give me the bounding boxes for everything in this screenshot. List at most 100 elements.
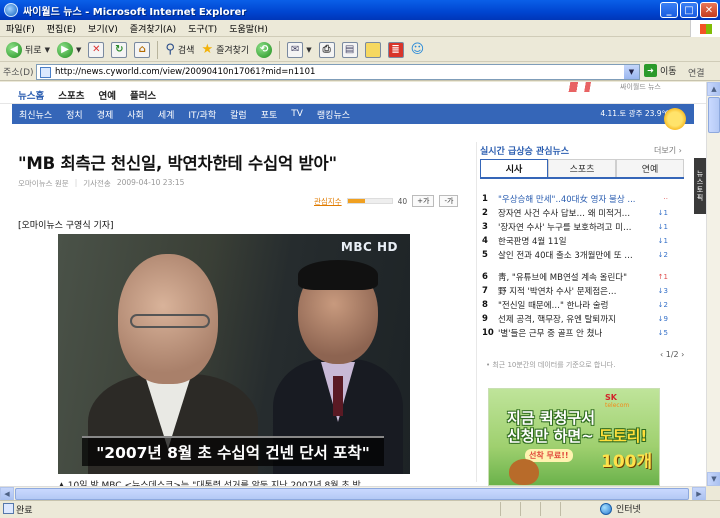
ranking-text[interactable]: '별'들은 근무 중 골프 안 쳤나 bbox=[498, 327, 650, 339]
ranking-text[interactable]: "우상승해 만세"..40대女 영자 불상 ... bbox=[498, 193, 650, 205]
back-button[interactable]: ◀ 뒤로 ▼ bbox=[4, 40, 52, 60]
site-brand-link[interactable]: 싸이월드 뉴스 bbox=[620, 82, 661, 92]
ranking-item[interactable]: 8 "전신일 때문에…" 한나라 술렁 ↓2 bbox=[482, 298, 686, 312]
links-label[interactable]: 연결 bbox=[688, 66, 705, 79]
news-topic-side-tab[interactable]: 뉴스토픽 bbox=[694, 158, 706, 214]
ranking-text[interactable]: 선제 공격, 핵무장, 유엔 탈퇴까지 bbox=[498, 313, 650, 325]
font-size-up-button[interactable]: +가 bbox=[412, 195, 435, 207]
article-source[interactable]: 오마이뉴스 원문 bbox=[18, 178, 69, 189]
messenger-icon: ☺ bbox=[410, 42, 425, 57]
search-button[interactable]: ⚲ 검색 bbox=[163, 40, 196, 60]
mail-button[interactable]: ✉ ▼ bbox=[285, 40, 313, 60]
ranking-item[interactable]: 7 野 지적 '박연차 수사' 문제점은… ↓3 bbox=[482, 284, 686, 298]
sk-telecom-ad-banner[interactable]: SK telecom 지금 퀵청구서 신청만 하면~ 도토리! 선착 무료!! 1… bbox=[488, 388, 660, 486]
stop-button[interactable]: ✕ bbox=[86, 40, 106, 60]
status-divider bbox=[520, 502, 521, 516]
site-nav-plus[interactable]: 플러스 bbox=[130, 88, 170, 102]
ranking-pager[interactable]: ‹ 1/2 › bbox=[660, 350, 684, 359]
menu-file[interactable]: 파일(F) bbox=[0, 22, 41, 35]
article-photo: MBC HD "2007년 8월 초 수십억 건넨 단서 포착" bbox=[58, 234, 410, 474]
ranking-item[interactable]: 10 '별'들은 근무 중 골프 안 쳤나 ↓5 bbox=[482, 326, 686, 340]
home-button[interactable]: ⌂ bbox=[132, 40, 152, 60]
maximize-button[interactable]: □ bbox=[680, 2, 698, 18]
tab-current-affairs[interactable]: 시사 bbox=[480, 159, 548, 177]
site-nav-sports[interactable]: 스포츠 bbox=[58, 88, 98, 102]
favorites-button[interactable]: ★ 즐겨찾기 bbox=[199, 40, 251, 60]
category-latest[interactable]: 최신뉴스 bbox=[12, 108, 59, 121]
menu-view[interactable]: 보기(V) bbox=[82, 22, 124, 35]
relevance-label[interactable]: 관심지수 bbox=[314, 196, 342, 207]
forward-arrow-icon: ▶ bbox=[56, 41, 73, 58]
ranking-item[interactable]: 4 한국판명 4월 11일 ↓1 bbox=[482, 234, 686, 248]
article-byline: 오마이뉴스 원문 | 기사전송 2009-04-10 23:15 bbox=[18, 178, 184, 189]
ranking-text[interactable]: 살인 전과 40대 출소 3개월만에 또 … bbox=[498, 249, 650, 261]
category-world[interactable]: 세계 bbox=[151, 108, 182, 121]
tab-entertainment[interactable]: 연예 bbox=[616, 159, 684, 177]
discuss-button[interactable] bbox=[363, 40, 383, 60]
ranking-more-link[interactable]: 더보기 › bbox=[654, 145, 682, 156]
menu-edit[interactable]: 편집(E) bbox=[41, 22, 82, 35]
address-url[interactable]: http://news.cyworld.com/view/20090410n17… bbox=[55, 67, 624, 77]
ad-badge: 선착 무료!! bbox=[525, 449, 573, 462]
ranking-item[interactable]: 1 "우상승해 만세"..40대女 영자 불상 ... ·· bbox=[482, 192, 686, 206]
font-size-down-button[interactable]: -가 bbox=[439, 195, 459, 207]
site-nav-entertainment[interactable]: 연예 bbox=[98, 88, 129, 102]
category-economy[interactable]: 경제 bbox=[90, 108, 121, 121]
edit-button[interactable]: ▤ bbox=[340, 40, 360, 60]
research-button[interactable]: ≣ bbox=[386, 40, 406, 60]
ranking-change: ↓9 bbox=[657, 315, 668, 323]
page-icon bbox=[40, 66, 51, 78]
horizontal-scrollbar[interactable]: ◀ ▶ bbox=[0, 486, 706, 501]
forward-button[interactable]: ▶ ▼ bbox=[55, 40, 83, 60]
research-icon: ≣ bbox=[387, 41, 404, 58]
ranking-text[interactable]: 장자연 사건 수사 답보… 왜 미적거… bbox=[498, 207, 650, 219]
category-photo[interactable]: 포토 bbox=[254, 108, 285, 121]
vertical-scroll-thumb[interactable] bbox=[708, 97, 720, 133]
chevron-down-icon: ▼ bbox=[44, 45, 50, 54]
ranking-change: ↓1 bbox=[657, 209, 668, 217]
ranking-text[interactable]: "전신일 때문에…" 한나라 술렁 bbox=[498, 299, 650, 311]
article-title: "MB 최측근 천신일, 박연차한테 수십억 받아" bbox=[18, 154, 337, 173]
menu-favorites[interactable]: 즐겨찾기(A) bbox=[124, 22, 182, 35]
ranking-item[interactable]: 9 선제 공격, 핵무장, 유엔 탈퇴까지 ↓9 bbox=[482, 312, 686, 326]
scroll-right-icon[interactable]: ▶ bbox=[692, 487, 706, 501]
chevron-down-icon[interactable]: ▼ bbox=[624, 65, 639, 79]
scroll-left-icon[interactable]: ◀ bbox=[0, 487, 14, 501]
scroll-down-icon[interactable]: ▼ bbox=[707, 472, 720, 486]
ie-icon bbox=[4, 3, 18, 17]
site-nav-news-home[interactable]: 뉴스홈 bbox=[18, 88, 58, 102]
close-button[interactable]: ✕ bbox=[700, 2, 718, 18]
ranking-item[interactable]: 6 靑, "유튜브에 MB연설 계속 올린다" ↑1 bbox=[482, 270, 686, 284]
ranking-item[interactable]: 5 살인 전과 40대 출소 3개월만에 또 … ↓2 bbox=[482, 248, 686, 262]
refresh-button[interactable]: ↻ bbox=[109, 40, 129, 60]
vertical-scrollbar[interactable]: ▲ ▼ bbox=[706, 82, 720, 486]
ranking-change: ↓2 bbox=[657, 251, 668, 259]
ranking-text[interactable]: '장자연 수사' 누구를 보호하려고 미… bbox=[498, 221, 650, 233]
ranking-text[interactable]: 野 지적 '박연차 수사' 문제점은… bbox=[498, 285, 650, 297]
category-ranking[interactable]: 랭킹뉴스 bbox=[310, 108, 357, 121]
horizontal-scroll-thumb[interactable] bbox=[15, 488, 689, 500]
zone-label: 인터넷 bbox=[616, 505, 641, 515]
ranking-text[interactable]: 한국판명 4월 11일 bbox=[498, 235, 650, 247]
menu-help[interactable]: 도움말(H) bbox=[223, 22, 274, 35]
ranking-num: 2 bbox=[482, 208, 488, 218]
category-tv[interactable]: TV bbox=[284, 109, 310, 119]
minimize-button[interactable]: _ bbox=[660, 2, 678, 18]
history-button[interactable]: ⟲ bbox=[254, 40, 274, 60]
category-it-science[interactable]: IT/과학 bbox=[181, 108, 223, 121]
ranking-text[interactable]: 靑, "유튜브에 MB연설 계속 올린다" bbox=[498, 271, 650, 283]
tab-sports[interactable]: 스포츠 bbox=[548, 159, 616, 177]
site-header: 뉴스홈 스포츠 연예 플러스 싸이월드 뉴스 bbox=[0, 82, 706, 104]
category-society[interactable]: 사회 bbox=[120, 108, 151, 121]
messenger-button[interactable]: ☺ bbox=[409, 40, 427, 60]
sidebar-divider bbox=[476, 142, 477, 482]
print-button[interactable]: ⎙ bbox=[317, 40, 337, 60]
go-button[interactable]: ➜ 이동 bbox=[644, 64, 677, 77]
address-field[interactable]: http://news.cyworld.com/view/20090410n17… bbox=[36, 64, 640, 80]
ranking-item[interactable]: 3 '장자연 수사' 누구를 보호하려고 미… ↓1 bbox=[482, 220, 686, 234]
menu-tools[interactable]: 도구(T) bbox=[182, 22, 223, 35]
ranking-item[interactable]: 2 장자연 사건 수사 답보… 왜 미적거… ↓1 bbox=[482, 206, 686, 220]
category-politics[interactable]: 정치 bbox=[59, 108, 90, 121]
scroll-up-icon[interactable]: ▲ bbox=[707, 82, 720, 96]
category-column[interactable]: 칼럼 bbox=[223, 108, 254, 121]
